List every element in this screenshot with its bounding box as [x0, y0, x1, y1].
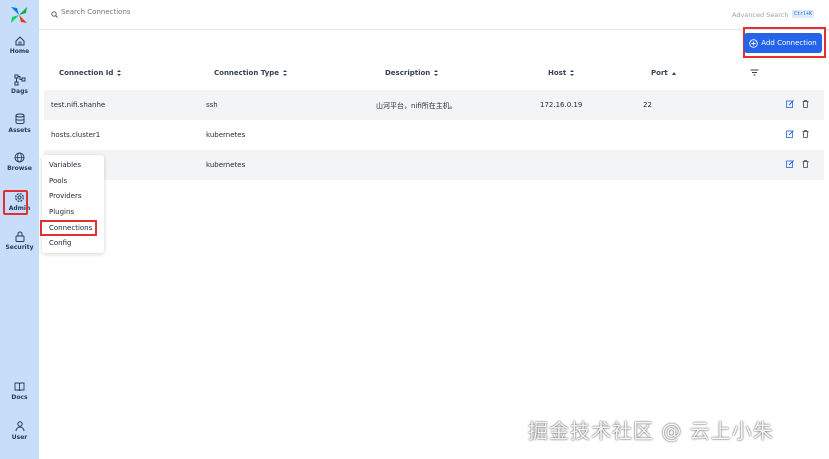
search-icon [51, 11, 58, 18]
trash-icon[interactable] [802, 160, 809, 168]
cell-connection-id[interactable]: test.nifi.shanhe [51, 101, 105, 109]
airflow-logo-icon[interactable] [9, 5, 29, 25]
sidebar-item-assets[interactable]: Assets [0, 113, 39, 134]
menu-item-pools[interactable]: Pools [49, 177, 67, 185]
filter-icon[interactable] [750, 69, 759, 76]
sidebar: Home Dags Assets Browse Admin Security D… [0, 0, 39, 459]
dags-icon [14, 74, 25, 86]
user-icon [15, 421, 24, 432]
search-shortcut-badge: Ctrl+K [792, 10, 815, 18]
lock-icon [15, 231, 24, 242]
add-connection-label: Add Connection [761, 39, 817, 47]
column-header-host[interactable]: Host [548, 69, 575, 77]
column-header-connection-id[interactable]: Connection Id [59, 69, 122, 77]
search-box[interactable] [47, 6, 167, 26]
plus-circle-icon [749, 38, 759, 48]
edit-icon[interactable] [786, 130, 794, 138]
watermark: 掘金技术社区 @ 云上小朱 [528, 419, 774, 443]
trash-icon[interactable] [802, 130, 809, 138]
table-row[interactable]: hosts.cluster1 kubernetes [44, 120, 824, 150]
trash-icon[interactable] [802, 100, 809, 108]
search-input[interactable] [61, 8, 161, 16]
cell-port: 22 [643, 101, 652, 109]
sidebar-item-security[interactable]: Security [0, 231, 39, 251]
sidebar-item-home[interactable]: Home [0, 36, 39, 55]
cell-connection-id[interactable]: hosts.cluster1 [51, 131, 100, 139]
sidebar-item-label: Dags [11, 88, 28, 95]
menu-item-providers[interactable]: Providers [49, 192, 81, 200]
cell-host: 172.16.0.19 [540, 101, 583, 109]
edit-icon[interactable] [786, 160, 794, 168]
edit-icon[interactable] [786, 100, 794, 108]
admin-dropdown-menu: Variables Pools Providers Plugins Connec… [42, 155, 104, 253]
sort-icon [570, 70, 575, 76]
menu-item-config[interactable]: Config [49, 239, 71, 247]
sidebar-item-label: Security [5, 244, 34, 251]
sidebar-item-label: Docs [11, 394, 28, 401]
home-icon [15, 36, 24, 46]
column-header-description[interactable]: Description [385, 69, 439, 77]
row-actions [786, 100, 809, 108]
table-row[interactable]: kubernetes [44, 150, 824, 180]
sort-icon [434, 70, 439, 76]
sidebar-item-label: Assets [8, 127, 31, 134]
sort-icon [283, 70, 288, 76]
table-header: Connection Id Connection Type Descriptio… [44, 63, 824, 83]
add-connection-button[interactable]: Add Connection [744, 33, 822, 53]
sidebar-item-dags[interactable]: Dags [0, 74, 39, 95]
admin-highlight-box [3, 190, 28, 215]
sidebar-item-label: Home [9, 48, 30, 55]
sidebar-item-label: User [11, 434, 28, 441]
column-header-connection-type[interactable]: Connection Type [214, 69, 288, 77]
sidebar-item-docs[interactable]: Docs [0, 382, 39, 401]
cell-connection-type: ssh [206, 101, 218, 109]
table-row[interactable]: test.nifi.shanhe ssh 山河平台，nifi所在主机。 172.… [44, 90, 824, 120]
cell-connection-type: kubernetes [206, 161, 246, 169]
sort-icon [117, 70, 122, 76]
globe-icon [14, 152, 25, 163]
assets-icon [15, 113, 24, 125]
cell-connection-type: kubernetes [206, 131, 246, 139]
sidebar-item-label: Browse [7, 165, 32, 172]
row-actions [786, 160, 809, 168]
menu-item-variables[interactable]: Variables [49, 161, 81, 169]
top-bar: Advanced Search Ctrl+K [39, 0, 829, 30]
book-icon [14, 382, 25, 392]
sidebar-item-browse[interactable]: Browse [0, 152, 39, 172]
sidebar-item-user[interactable]: User [0, 421, 39, 441]
row-actions [786, 130, 809, 138]
cell-description: 山河平台，nifi所在主机。 [376, 102, 457, 110]
menu-item-plugins[interactable]: Plugins [49, 208, 74, 216]
connections-highlight-box [40, 220, 97, 236]
sort-ascending-icon [671, 71, 676, 75]
column-header-port[interactable]: Port [651, 69, 677, 77]
advanced-search-link[interactable]: Advanced Search [732, 11, 789, 19]
